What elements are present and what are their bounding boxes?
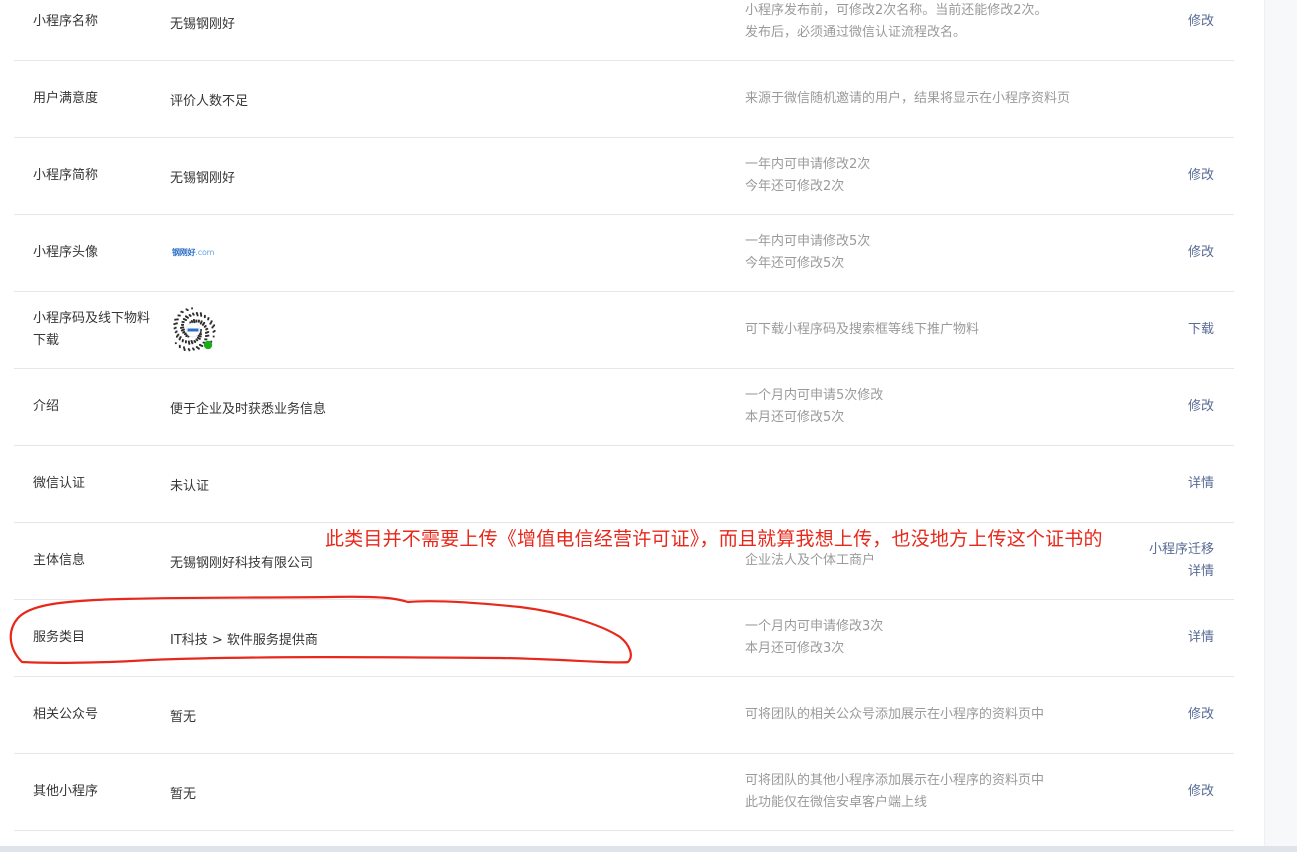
row-description-line: 可下载小程序码及搜索框等线下推广物料 (745, 322, 980, 337)
row-label: 用户满意度 (33, 91, 99, 106)
row-actions: 详情 (1188, 446, 1214, 522)
row-action-link[interactable]: 修改 (1188, 165, 1214, 187)
row-action-link[interactable]: 详情 (1188, 561, 1214, 583)
row-action-link[interactable]: 修改 (1188, 396, 1214, 418)
row-value: IT科技 > 软件服务提供商 (170, 632, 318, 648)
row-actions: 详情 (1188, 600, 1214, 676)
row-description-line: 小程序发布前，可修改2次名称。当前还能修改2次。 (745, 3, 1048, 18)
row-actions: 修改 (1188, 754, 1214, 830)
settings-row: 相关公众号 暂无 可将团队的相关公众号添加展示在小程序的资料页中 修改 (14, 677, 1234, 754)
row-description-line: 来源于微信随机邀请的用户，结果将显示在小程序资料页 (745, 91, 1071, 106)
row-description: 可将团队的其他小程序添加展示在小程序的资料页中 此功能仅在微信安卓客户端上线 (745, 754, 1044, 830)
settings-row: 小程序名称 无锡钢刚好 小程序发布前，可修改2次名称。当前还能修改2次。 发布后，必须… (14, 0, 1234, 61)
row-value: 无锡钢刚好科技有限公司 (170, 555, 314, 571)
row-value: 无锡钢刚好 (170, 170, 236, 186)
annotation-text: 此类目并不需要上传《增值电信经营许可证》，而且就算我想上传，也没地方上传这个证书… (325, 528, 1103, 550)
settings-row: 其他小程序 暂无 可将团队的其他小程序添加展示在小程序的资料页中 此功能仅在微信安卓客… (14, 754, 1234, 831)
row-description: 可将团队的相关公众号添加展示在小程序的资料页中 (745, 677, 1044, 753)
settings-row: 微信认证 未认证 详情 (14, 446, 1234, 523)
row-description-line: 一年内可申请修改2次 (745, 157, 871, 172)
settings-row: 服务类目 IT科技 > 软件服务提供商 一个月内可申请修改3次 本月还可修改3次 详情 (14, 600, 1234, 677)
row-label: 介绍 (33, 399, 60, 414)
row-label: 相关公众号 (33, 707, 99, 722)
row-action-link[interactable]: 小程序迁移 (1149, 539, 1214, 561)
avatar-logo-suffix: .com (195, 248, 215, 257)
row-description-line: 今年还可修改2次 (745, 179, 845, 194)
row-action-link[interactable]: 详情 (1188, 627, 1214, 649)
row-action-link[interactable]: 下载 (1188, 319, 1214, 341)
row-label: 小程序简称 (33, 168, 99, 183)
row-action-link[interactable]: 详情 (1188, 473, 1214, 495)
row-label: 服务类目 (33, 630, 86, 645)
row-actions: 下载 (1188, 292, 1214, 368)
row-description-line: 一个月内可申请5次修改 (745, 388, 884, 403)
row-label: 小程序头像 (33, 245, 99, 260)
row-description-line: 一个月内可申请修改3次 (745, 619, 884, 634)
row-description-line: 可将团队的其他小程序添加展示在小程序的资料页中 (745, 773, 1045, 788)
settings-row: 用户满意度 评价人数不足 来源于微信随机邀请的用户，结果将显示在小程序资料页 (14, 61, 1234, 138)
row-description: 来源于微信随机邀请的用户，结果将显示在小程序资料页 (745, 61, 1070, 137)
row-actions: 修改 (1188, 369, 1214, 445)
row-description-line: 本月还可修改5次 (745, 410, 845, 425)
row-description-line: 今年还可修改5次 (745, 256, 845, 271)
row-value: 便于企业及时获悉业务信息 (170, 401, 327, 417)
row-description: 可下载小程序码及搜索框等线下推广物料 (745, 292, 979, 368)
row-action-link[interactable]: 修改 (1188, 704, 1214, 726)
row-description-line: 发布后，必须通过微信认证流程改名。 (745, 25, 967, 40)
row-action-link[interactable]: 修改 (1188, 781, 1214, 803)
settings-row: 小程序码及线下物料下载 可下载小程序码及搜索框等线下推广物料 下载 (14, 292, 1234, 369)
row-value: 无锡钢刚好 (170, 16, 236, 32)
row-description: 一年内可申请修改2次 今年还可修改2次 (745, 138, 870, 214)
row-description: 一年内可申请修改5次 今年还可修改5次 (745, 215, 870, 291)
row-actions: 修改 (1188, 677, 1214, 753)
row-value: 评价人数不足 (170, 93, 249, 109)
row-value: 暂无 (170, 786, 197, 802)
row-label: 微信认证 (33, 476, 86, 491)
row-label: 其他小程序 (33, 784, 99, 799)
row-label: 主体信息 (33, 553, 86, 568)
row-action-link[interactable]: 修改 (1188, 242, 1214, 264)
row-description-line: 一年内可申请修改5次 (745, 234, 871, 249)
row-label: 小程序名称 (33, 14, 99, 29)
row-description-line: 本月还可修改3次 (745, 641, 845, 656)
row-action-link[interactable]: 修改 (1188, 11, 1214, 33)
settings-row: 小程序头像 钢刚好.com 一年内可申请修改5次 今年还可修改5次 修改 (14, 215, 1234, 292)
row-description: 一个月内可申请5次修改 本月还可修改5次 (745, 369, 883, 445)
right-scroll-gutter (1264, 0, 1297, 852)
row-actions: 修改 (1188, 0, 1214, 60)
row-actions: 修改 (1188, 215, 1214, 291)
avatar-logo-image: 钢刚好.com (172, 248, 218, 258)
row-label: 小程序码及线下物料下载 (33, 311, 151, 348)
avatar-logo-text: 钢刚好 (172, 248, 196, 257)
row-value: 未认证 (170, 478, 210, 494)
settings-panel: 小程序名称 无锡钢刚好 小程序发布前，可修改2次名称。当前还能修改2次。 发布后，必须… (0, 0, 1264, 846)
row-actions: 修改 (1188, 138, 1214, 214)
row-actions: 小程序迁移 详情 (1149, 523, 1214, 599)
row-description: 小程序发布前，可修改2次名称。当前还能修改2次。 发布后，必须通过微信认证流程改名… (745, 0, 1048, 60)
row-description-line: 可将团队的相关公众号添加展示在小程序的资料页中 (745, 707, 1045, 722)
horizontal-scrollbar[interactable] (0, 846, 1297, 852)
settings-row: 介绍 便于企业及时获悉业务信息 一个月内可申请5次修改 本月还可修改5次 修改 (14, 369, 1234, 446)
row-value: 暂无 (170, 709, 197, 725)
row-description: 一个月内可申请修改3次 本月还可修改3次 (745, 600, 883, 676)
qr-code-icon[interactable] (168, 305, 218, 355)
row-description-line: 企业法人及个体工商户 (745, 553, 876, 568)
settings-row: 小程序简称 无锡钢刚好 一年内可申请修改2次 今年还可修改2次 修改 (14, 138, 1234, 215)
row-description-line: 此功能仅在微信安卓客户端上线 (745, 795, 928, 810)
